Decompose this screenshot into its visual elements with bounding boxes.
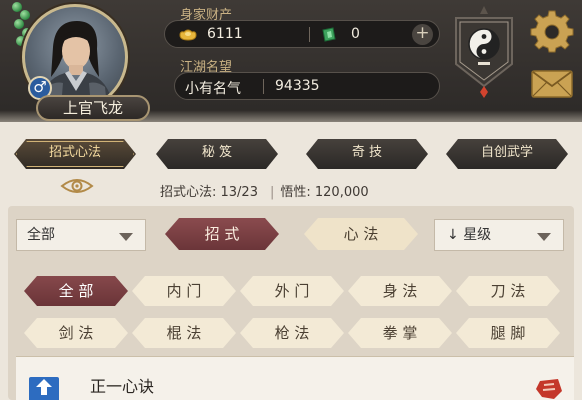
envelope-icon[interactable] [531,70,573,98]
tab-secret-manuals[interactable]: 秘 笈 [156,139,278,169]
chip-footwork[interactable]: 身 法 [348,276,452,306]
sort-down-arrow-icon: ↓ [447,227,459,243]
jade-amount: 0 [351,26,360,42]
collection-progress: 招式心法: 13/23 [160,185,258,200]
chip-staff[interactable]: 棍 法 [132,318,236,348]
tab-custom-martial-arts[interactable]: 自创武学 [446,139,568,169]
scope-dropdown[interactable]: 全部 [16,219,146,251]
chevron-down-icon [537,233,551,241]
segment-xinfa[interactable]: 心 法 [304,218,418,250]
chip-outer-school[interactable]: 外 门 [240,276,344,306]
skill-list-item[interactable]: 正一心诀 [16,356,574,400]
jade-currency-icon [322,27,336,42]
scope-value: 全部 [27,227,55,243]
chip-inner-school[interactable]: 内 门 [132,276,236,306]
red-seal-icon [536,379,562,399]
chip-spear[interactable]: 枪 法 [240,318,344,348]
gold-ingot-icon [179,29,197,41]
add-currency-button[interactable]: + [412,24,433,45]
chip-all[interactable]: 全 部 [24,276,128,306]
pill-divider [263,79,264,94]
fame-title: 小有名气 [185,81,241,97]
wealth-bar: 6111 0 + [164,20,440,48]
tab-zhaoshi-xinfa[interactable]: 招式心法 [14,139,136,169]
chip-leg-kick[interactable]: 腿 脚 [456,318,560,348]
stats-line: 招式心法: 13/23 | 悟性: 120,000 [160,185,369,200]
gold-amount: 6111 [207,26,243,42]
taiji-emblem-icon[interactable] [450,4,518,100]
chip-saber[interactable]: 刀 法 [456,276,560,306]
chip-fist-palm[interactable]: 拳 掌 [348,318,452,348]
chip-sword[interactable]: 剑 法 [24,318,128,348]
segment-zhaoshi[interactable]: 招 式 [165,218,279,250]
player-name: 上官飞龙 [36,95,150,121]
skill-book-icon [29,377,59,400]
pill-divider [309,27,310,42]
sort-dropdown[interactable]: ↓ 星级 [434,219,564,251]
chevron-down-icon [119,233,133,241]
insight-value: 悟性: 120,000 [280,185,369,200]
skill-name: 正一心诀 [90,377,155,396]
tab-special-skills[interactable]: 奇 技 [306,139,428,169]
gear-icon[interactable] [530,10,574,54]
sort-value: 星级 [463,227,492,243]
fame-value: 94335 [275,78,320,94]
eye-icon[interactable] [60,176,94,196]
fame-bar: 小有名气 94335 [174,72,440,100]
